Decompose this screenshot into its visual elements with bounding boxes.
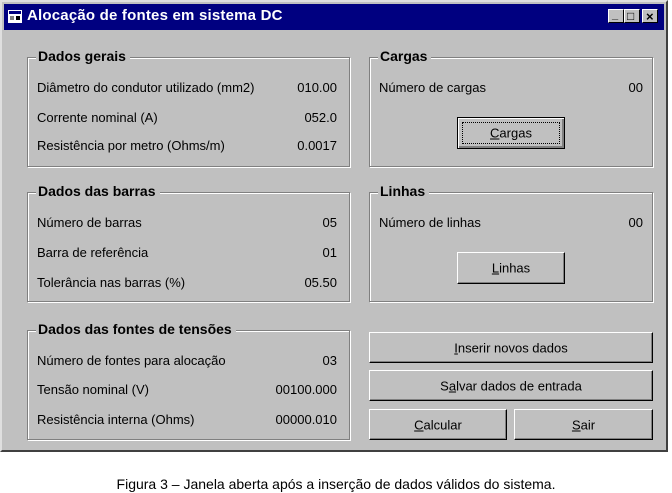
minimize-icon: _	[612, 9, 619, 21]
calcular-button-label: Calcular	[414, 417, 462, 432]
dados-fontes-legend: Dados das fontes de tensões	[36, 321, 236, 337]
dados-barras-legend: Dados das barras	[36, 183, 160, 199]
linhas-group: Linhas Número de linhas 00 Linhas	[369, 183, 653, 302]
cargas-group: Cargas Número de cargas 00 Cargas	[369, 48, 653, 167]
linhas-legend: Linhas	[378, 183, 430, 199]
app-window: Alocação de fontes em sistema DC _ □ × D…	[0, 0, 668, 452]
tensao-nominal-label: Tensão nominal (V)	[37, 382, 149, 397]
tensao-nominal-value: 00100.000	[275, 382, 337, 397]
diametro-value: 010.00	[297, 80, 337, 95]
maximize-button[interactable]: □	[624, 9, 640, 23]
numero-linhas-value: 00	[628, 215, 643, 230]
title-bar[interactable]: Alocação de fontes em sistema DC _ □ ×	[4, 4, 664, 30]
resistencia-interna-value: 00000.010	[275, 412, 337, 427]
cargas-button-label: Cargas	[490, 125, 532, 141]
corrente-value: 052.0	[304, 110, 337, 125]
diametro-label: Diâmetro do condutor utilizado (mm2)	[37, 80, 255, 95]
linhas-button[interactable]: Linhas	[457, 252, 565, 284]
dados-barras-group: Dados das barras Número de barras 05 Bar…	[27, 183, 350, 302]
resistencia-metro-value: 0.0017	[297, 138, 337, 153]
salvar-button-label: Salvar dados de entrada	[440, 378, 582, 393]
numero-barras-label: Número de barras	[37, 215, 142, 230]
maximize-icon: □	[627, 9, 635, 23]
numero-fontes-value: 03	[322, 353, 337, 368]
barra-referencia-label: Barra de referência	[37, 245, 149, 260]
barra-referencia-value: 01	[322, 245, 337, 260]
cargas-legend: Cargas	[378, 48, 432, 64]
resistencia-interna-label: Resistência interna (Ohms)	[37, 412, 195, 427]
close-button[interactable]: ×	[642, 9, 658, 23]
corrente-label: Corrente nominal (A)	[37, 110, 158, 125]
numero-barras-value: 05	[322, 215, 337, 230]
sair-button-label: Sair	[571, 417, 596, 432]
linhas-button-label: Linhas	[491, 260, 531, 276]
tolerancia-value: 05.50	[304, 275, 337, 290]
dados-gerais-legend: Dados gerais	[36, 48, 130, 64]
app-icon	[8, 10, 22, 23]
calcular-button[interactable]: Calcular	[369, 409, 507, 440]
cargas-button[interactable]: Cargas	[457, 117, 565, 149]
dados-gerais-group: Dados gerais Diâmetro do condutor utiliz…	[27, 48, 350, 167]
close-icon: ×	[646, 9, 654, 24]
numero-cargas-label: Número de cargas	[379, 80, 486, 95]
figure-caption: Figura 3 – Janela aberta após a inserção…	[116, 476, 556, 492]
salvar-dados-button[interactable]: Salvar dados de entrada	[369, 370, 653, 401]
inserir-novos-dados-button[interactable]: Inserir novos dados	[369, 332, 653, 363]
tolerancia-label: Tolerância nas barras (%)	[37, 275, 186, 290]
minimize-button[interactable]: _	[608, 9, 624, 23]
dados-fontes-group: Dados das fontes de tensões Número de fo…	[27, 321, 350, 440]
numero-cargas-value: 00	[628, 80, 643, 95]
numero-linhas-label: Número de linhas	[379, 215, 481, 230]
numero-fontes-label: Número de fontes para alocação	[37, 353, 226, 368]
window-title: Alocação de fontes em sistema DC	[27, 7, 283, 24]
inserir-button-label: Inserir novos dados	[454, 340, 568, 355]
resistencia-metro-label: Resistência por metro (Ohms/m)	[37, 138, 225, 153]
sair-button[interactable]: Sair	[514, 409, 653, 440]
